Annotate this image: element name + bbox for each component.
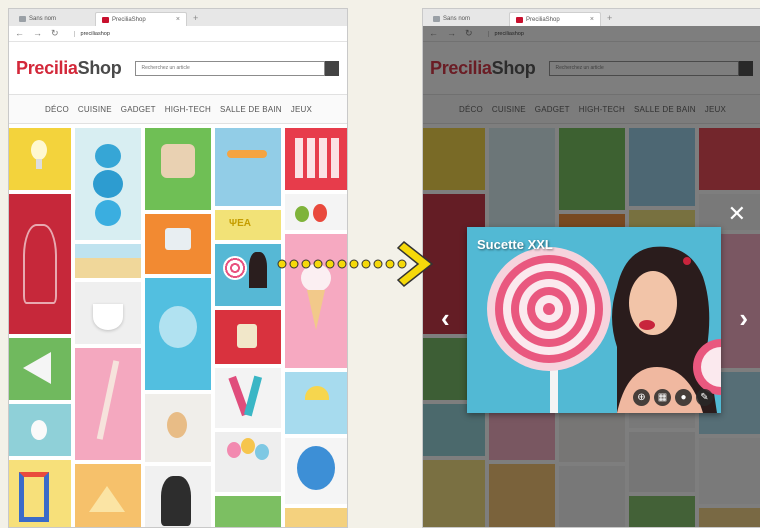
tab-preciliashop[interactable]: PreciliaShop × — [95, 12, 187, 26]
product-tile-toy[interactable] — [215, 310, 281, 364]
nav-item-deco[interactable]: DÉCO — [45, 105, 69, 114]
lightbox-panel: Sucette XXL ⊕ ▦ ● ✎ — [467, 227, 721, 413]
product-tile-origami[interactable] — [9, 338, 71, 400]
product-tile-robot[interactable] — [145, 214, 211, 274]
page-icon — [433, 16, 440, 22]
edit-icon[interactable]: ✎ — [696, 389, 713, 406]
product-tile-feathers[interactable] — [215, 368, 281, 428]
product-tile-armchair[interactable] — [145, 128, 211, 210]
site-logo[interactable]: PreciliaShop — [16, 58, 122, 79]
favicon-icon — [516, 16, 523, 23]
product-tile-blue-balloon[interactable] — [285, 438, 347, 504]
product-grid: ΨEA — [9, 124, 347, 527]
product-tile-lamp-yellow[interactable] — [285, 372, 347, 434]
tab-label: PreciliaShop — [112, 16, 146, 23]
tab-bar: Sans nom PreciliaShop × + — [423, 9, 760, 26]
grid-icon[interactable]: ▦ — [654, 389, 671, 406]
product-photo — [467, 227, 721, 413]
product-tile-bottom[interactable] — [285, 508, 347, 527]
nav-item-cuisine[interactable]: CUISINE — [78, 105, 112, 114]
page-icon — [19, 16, 26, 22]
product-tile-lamp-pink[interactable] — [75, 348, 141, 460]
product-tile-egg[interactable] — [9, 404, 71, 456]
product-tile-garden[interactable] — [215, 496, 281, 527]
nav-item-salle-de-bain[interactable]: SALLE DE BAIN — [220, 105, 282, 114]
nav-item-high-tech[interactable]: HIGH-TECH — [165, 105, 211, 114]
close-icon[interactable]: ✕ — [728, 203, 746, 225]
tab-close-icon[interactable]: × — [590, 16, 594, 23]
tab-label: Sans nom — [29, 16, 57, 22]
address-bar[interactable]: preciliashop — [73, 30, 110, 37]
forward-arrow-icon[interactable]: → — [33, 29, 42, 38]
tab-preciliashop[interactable]: PreciliaShop × — [509, 12, 601, 26]
back-arrow-icon[interactable]: ← — [15, 29, 24, 38]
product-tile-swan[interactable] — [75, 282, 141, 344]
tab-label: Sans nom — [443, 16, 471, 22]
category-nav: DÉCO CUISINE GADGET HIGH-TECH SALLE DE B… — [9, 94, 347, 124]
comparison-figure: Sans nom PreciliaShop × + ← → ↻ precilia… — [0, 0, 760, 528]
reload-icon[interactable]: ↻ — [51, 29, 59, 38]
product-tile-cracked-egg[interactable] — [145, 394, 211, 462]
product-tile-chair[interactable] — [9, 460, 71, 527]
chevron-right-icon[interactable]: › — [739, 305, 748, 331]
nav-item-gadget[interactable]: GADGET — [121, 105, 156, 114]
nav-item-jeux[interactable]: JEUX — [291, 105, 312, 114]
zoom-icon[interactable]: ⊕ — [633, 389, 650, 406]
search-bar — [135, 60, 347, 76]
search-input[interactable] — [135, 60, 326, 76]
product-tile-stack[interactable] — [75, 128, 141, 240]
product-tile-chair-black[interactable] — [145, 466, 211, 527]
transition-arrow — [277, 240, 434, 288]
tab-close-icon[interactable]: × — [176, 16, 180, 23]
product-tile-bulb[interactable] — [9, 128, 71, 190]
navigation-bar: ← → ↻ preciliashop — [9, 26, 347, 42]
product-tile-fruit[interactable] — [285, 194, 347, 230]
tab-label: PreciliaShop — [526, 16, 560, 23]
product-tile-balloons[interactable] — [215, 432, 281, 492]
new-tab-button[interactable]: + — [603, 12, 616, 26]
search-button[interactable] — [325, 60, 340, 76]
chevron-left-icon[interactable]: ‹ — [441, 305, 450, 331]
product-tile-beach[interactable] — [75, 244, 141, 278]
product-tile-hearts[interactable] — [285, 128, 347, 190]
lightbox-title: Sucette XXL — [477, 237, 553, 252]
tab-untitled[interactable]: Sans nom — [13, 12, 93, 26]
tab-bar: Sans nom PreciliaShop × + — [9, 9, 347, 26]
favicon-icon — [102, 16, 109, 23]
product-tile-deer[interactable] — [9, 194, 71, 334]
product-tile-tent[interactable] — [75, 464, 141, 527]
browser-window-after: Sans nom PreciliaShop × + ← → ↻ precilia… — [422, 8, 760, 528]
product-tile-roller[interactable] — [215, 128, 281, 206]
new-tab-button[interactable]: + — [189, 12, 202, 26]
tab-untitled[interactable]: Sans nom — [427, 12, 507, 26]
user-icon[interactable]: ● — [675, 389, 692, 406]
lightbox-actions: ⊕ ▦ ● ✎ — [633, 389, 713, 406]
site-header: PreciliaShop — [9, 42, 347, 94]
product-tile-balloon[interactable] — [145, 278, 211, 390]
